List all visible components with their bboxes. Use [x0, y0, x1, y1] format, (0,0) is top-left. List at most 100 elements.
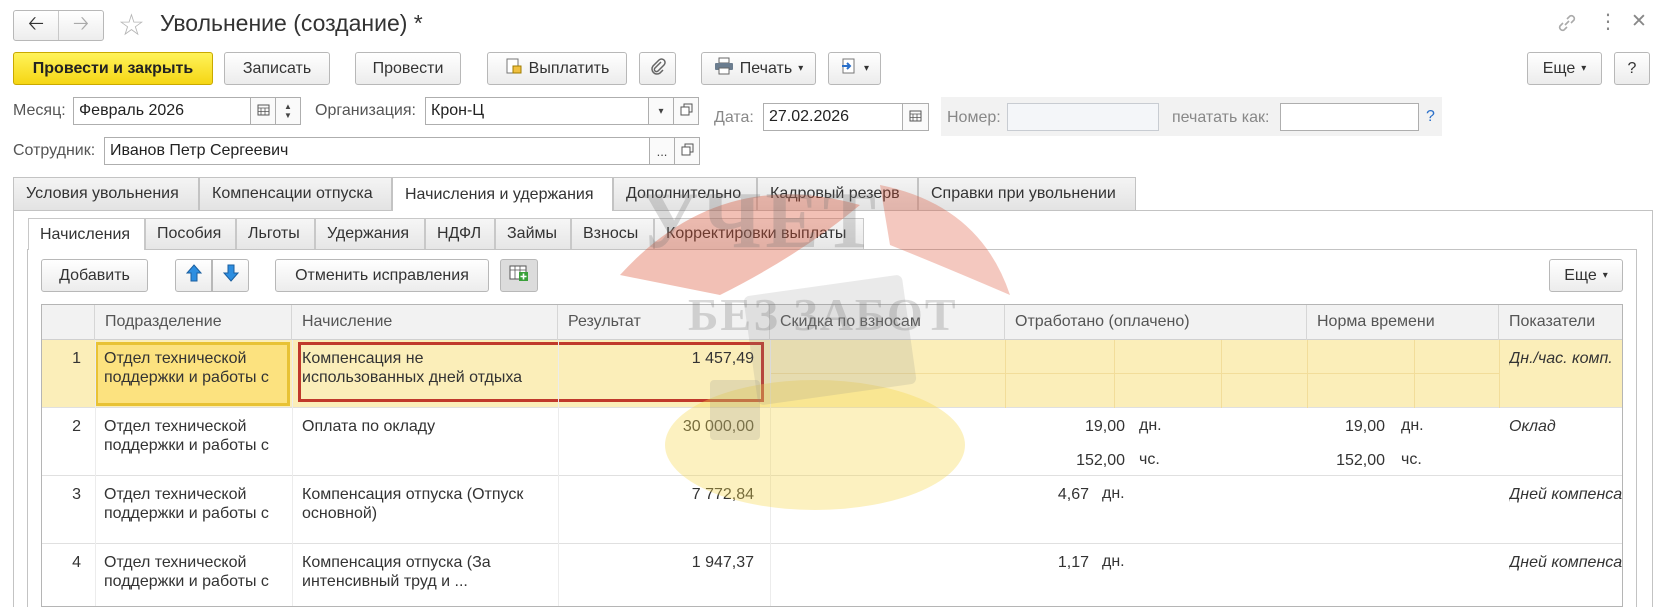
subtab-ndfl[interactable]: НДФЛ: [425, 218, 495, 249]
table-row[interactable]: 4 Отдел технической поддержки и работы с…: [42, 544, 1622, 606]
print-button[interactable]: Печать ▾: [701, 52, 816, 85]
tab-accruals-deductions[interactable]: Начисления и удержания: [392, 177, 613, 211]
table-header: Подразделение Начисление Результат Скидк…: [42, 305, 1622, 340]
forward-arrow-icon[interactable]: 🡢: [59, 11, 103, 40]
table-row[interactable]: 3 Отдел технической поддержки и работы с…: [42, 476, 1622, 544]
organization-dropdown-button[interactable]: ▾: [648, 97, 674, 125]
tab-label: Кадровый резерв: [770, 185, 900, 202]
header-cell-result[interactable]: Результат: [558, 305, 770, 340]
norm-days-cell[interactable]: 19,00: [1302, 417, 1385, 436]
subtab-benefits[interactable]: Пособия: [145, 218, 236, 249]
move-down-button[interactable]: [212, 259, 249, 292]
department-value: Отдел технической поддержки и работы с: [104, 350, 269, 386]
save-button[interactable]: Записать: [224, 52, 330, 85]
header-cell-number: [42, 305, 95, 340]
cancel-corrections-button[interactable]: Отменить исправления: [275, 259, 489, 292]
date-label: Дата:: [714, 109, 754, 126]
date-calendar-button[interactable]: [902, 103, 929, 131]
tab-additional[interactable]: Дополнительно: [613, 177, 757, 210]
print-label: Печать: [739, 59, 793, 77]
result-cell[interactable]: 30 000,00: [558, 417, 754, 436]
result-cell[interactable]: 1 457,49: [558, 349, 754, 368]
month-stepper[interactable]: ▲ ▼: [275, 97, 301, 125]
help-link[interactable]: ?: [1426, 108, 1435, 126]
indicator-cell[interactable]: Оклад: [1509, 417, 1622, 436]
date-field[interactable]: 27.02.2026: [763, 103, 903, 131]
print-as-field[interactable]: [1280, 103, 1419, 131]
subtab-label: Взносы: [583, 225, 639, 242]
norm-hours-cell[interactable]: 152,00: [1302, 451, 1385, 470]
move-up-button[interactable]: [175, 259, 212, 292]
subtab-deductions[interactable]: Удержания: [315, 218, 425, 249]
table-add-button[interactable]: [500, 259, 538, 292]
result-cell[interactable]: 7 772,84: [558, 485, 754, 504]
subtab-loans[interactable]: Займы: [495, 218, 571, 249]
back-arrow-icon[interactable]: 🡠: [14, 11, 59, 40]
accrual-cell[interactable]: Оплата по окладу: [302, 417, 547, 436]
column-divider: [1414, 340, 1415, 408]
indicator-cell[interactable]: Дн./час. комп.: [1509, 349, 1622, 368]
link-icon[interactable]: [1556, 12, 1578, 34]
month-calendar-button[interactable]: [250, 97, 276, 125]
tab-dismissal-certificates[interactable]: Справки при увольнении: [918, 177, 1136, 210]
subtab-accruals[interactable]: Начисления: [28, 218, 145, 250]
chevron-down-icon: ▾: [1581, 63, 1587, 74]
month-field[interactable]: Февраль 2026: [73, 97, 251, 125]
accrual-cell[interactable]: Компенсация не использованных дней отдых…: [302, 349, 547, 387]
organization-open-button[interactable]: [673, 97, 699, 125]
header-cell-department[interactable]: Подразделение: [95, 305, 292, 340]
column-divider: [770, 340, 771, 606]
worked-days-cell[interactable]: 19,00: [1042, 417, 1125, 436]
create-based-button[interactable]: ▾: [828, 52, 881, 85]
department-cell[interactable]: Отдел технической поддержки и работы с: [104, 553, 288, 591]
stepper-down-icon[interactable]: ▼: [284, 111, 292, 120]
header-cell-time-norm[interactable]: Норма времени: [1307, 305, 1499, 340]
row-number: 2: [72, 418, 81, 435]
tab-vacation-compensation[interactable]: Компенсации отпуска: [199, 177, 392, 210]
department-cell[interactable]: Отдел технической поддержки и работы с: [104, 485, 288, 523]
stepper-up-icon[interactable]: ▲: [284, 102, 292, 111]
table-row[interactable]: 2 Отдел технической поддержки и работы с…: [42, 408, 1622, 476]
indicator-cell[interactable]: Дней компенса: [1509, 485, 1622, 504]
result-cell[interactable]: 1 947,37: [558, 553, 754, 572]
add-button[interactable]: Добавить: [41, 259, 148, 292]
number-field[interactable]: [1007, 103, 1159, 131]
worked-days-cell[interactable]: 4,67: [1002, 485, 1089, 504]
department-cell[interactable]: Отдел технической поддержки и работы с: [95, 342, 290, 406]
help-button[interactable]: ?: [1614, 52, 1650, 85]
subtab-label: Начисления: [40, 225, 131, 243]
worked-hours-cell[interactable]: 152,00: [1042, 451, 1125, 470]
tab-dismissal-conditions[interactable]: Условия увольнения: [13, 177, 199, 210]
accrual-cell[interactable]: Компенсация отпуска (Отпуск основной): [302, 485, 547, 523]
star-icon[interactable]: ☆: [118, 8, 145, 43]
subtab-payment-corrections[interactable]: Корректировки выплаты: [654, 218, 864, 249]
header-cell-accrual[interactable]: Начисление: [292, 305, 558, 340]
subtab-privileges[interactable]: Льготы: [236, 218, 315, 249]
kebab-menu-icon[interactable]: ⋮: [1598, 12, 1618, 32]
header-cell-discount[interactable]: Скидка по взносам: [770, 305, 1005, 340]
column-divider: [1307, 340, 1308, 408]
indicator-cell[interactable]: Дней компенса: [1509, 553, 1622, 572]
employee-select-button[interactable]: ...: [649, 137, 675, 165]
header-cell-worked[interactable]: Отработано (оплачено): [1005, 305, 1307, 340]
attach-button[interactable]: [639, 52, 676, 85]
post-and-close-button[interactable]: Провести и закрыть: [13, 52, 213, 85]
close-icon[interactable]: ✕: [1631, 12, 1647, 32]
tab-personnel-reserve[interactable]: Кадровый резерв: [757, 177, 918, 210]
pay-button[interactable]: Выплатить: [487, 52, 627, 85]
subtab-contributions[interactable]: Взносы: [571, 218, 654, 249]
employee-field[interactable]: Иванов Петр Сергеевич: [104, 137, 650, 165]
grid-more-button[interactable]: Еще ▾: [1549, 259, 1623, 292]
organization-field[interactable]: Крон-Ц: [425, 97, 649, 125]
tab-label: Начисления и удержания: [405, 185, 594, 203]
accrual-cell[interactable]: Компенсация отпуска (За интенсивный труд…: [302, 553, 547, 591]
table-row[interactable]: 1 Отдел технической поддержки и работы с…: [42, 340, 1622, 408]
employee-open-button[interactable]: [674, 137, 700, 165]
department-cell[interactable]: Отдел технической поддержки и работы с: [104, 417, 288, 455]
column-divider: [95, 340, 96, 606]
more-button[interactable]: Еще ▾: [1527, 52, 1602, 85]
post-button[interactable]: Провести: [355, 52, 461, 85]
worked-days-cell[interactable]: 1,17: [1002, 553, 1089, 572]
header-cell-indicators[interactable]: Показатели: [1499, 305, 1622, 340]
subtab-label: Льготы: [248, 225, 300, 242]
